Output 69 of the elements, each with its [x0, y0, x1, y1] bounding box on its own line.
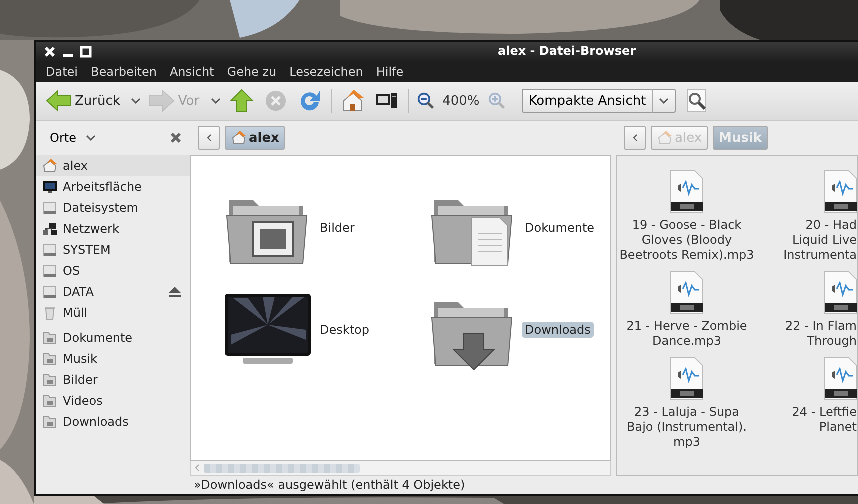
- sidebar-item[interactable]: Bilder: [36, 369, 190, 390]
- home-icon: [231, 130, 247, 146]
- file-label[interactable]: 21 - Herve - Zombie Dance.mp3: [626, 319, 748, 349]
- menu-item[interactable]: Datei: [46, 65, 78, 79]
- caret-icon: [210, 98, 221, 104]
- sidebar-item[interactable]: SYSTEM: [36, 239, 190, 260]
- maximize-icon[interactable]: [80, 46, 92, 58]
- sidebar-item[interactable]: Downloads: [36, 411, 190, 432]
- view-select[interactable]: Kompakte Ansicht: [522, 89, 676, 113]
- drive-icon: [42, 200, 58, 216]
- zoom-out-icon[interactable]: [416, 92, 435, 110]
- sidebar-item[interactable]: DATA: [36, 281, 190, 302]
- folder-label[interactable]: Dokumente: [522, 220, 598, 236]
- caret-icon: [659, 98, 670, 104]
- path-button[interactable]: alex: [225, 126, 286, 150]
- sidebar-item[interactable]: alex: [36, 155, 190, 176]
- audio-file-icon: [669, 271, 705, 315]
- folder-icon: [42, 392, 58, 408]
- file-label[interactable]: 24 - Leftfie Planet: [792, 405, 857, 435]
- places-dropdown[interactable]: Orte: [50, 131, 96, 145]
- sidebar-item[interactable]: Videos: [36, 390, 190, 411]
- network-icon: [42, 220, 58, 236]
- audio-file-icon: [669, 170, 705, 214]
- caret-icon: [86, 135, 96, 141]
- folder-icon: [42, 372, 58, 388]
- monitor-icon: [42, 178, 58, 194]
- sidebar-item[interactable]: Netzwerk: [36, 218, 190, 239]
- back-arrow-icon: [46, 89, 72, 113]
- chevron-left-icon: [632, 134, 638, 142]
- sidebar-item[interactable]: Müll: [36, 302, 190, 323]
- zoom-level: 400%: [442, 94, 480, 108]
- file-label[interactable]: 23 - Laluja - Supa Bajo (Instrumental). mp3: [627, 405, 747, 450]
- up-arrow-icon[interactable]: [228, 89, 255, 113]
- menu-item[interactable]: Bearbeiten: [91, 65, 157, 79]
- home-icon: [42, 158, 58, 174]
- folder-label[interactable]: Downloads: [522, 322, 594, 338]
- sidebar-item[interactable]: Dateisystem: [36, 197, 190, 218]
- horizontal-scrollbar[interactable]: [190, 461, 611, 476]
- drive-icon: [42, 262, 58, 278]
- folder-icon: [42, 414, 58, 430]
- file-label[interactable]: 20 - Had Liquid Live Instrumenta: [784, 218, 857, 263]
- path-back-button[interactable]: [198, 126, 220, 150]
- back-button[interactable]: Zurück: [46, 89, 142, 113]
- folder-label[interactable]: Bilder: [317, 220, 358, 236]
- forward-arrow-icon: [149, 89, 176, 113]
- home-icon: [657, 130, 673, 146]
- sidebar-item[interactable]: Dokumente: [36, 327, 190, 348]
- sidebar-item[interactable]: Arbeitsfläche: [36, 176, 190, 197]
- menu-item[interactable]: Lesezeichen: [290, 65, 364, 79]
- chevron-left-icon: [206, 134, 212, 142]
- sidebar-item[interactable]: OS: [36, 260, 190, 281]
- sidebar-item[interactable]: Musik: [36, 348, 190, 369]
- audio-file-icon: [669, 357, 705, 401]
- status-text: »Downloads« ausgewählt (enthält 4 Objekte): [193, 477, 466, 494]
- path-back-button[interactable]: [624, 126, 646, 150]
- menu-item[interactable]: Gehe zu: [227, 65, 277, 79]
- window-title: alex - Datei-Browser: [498, 44, 636, 58]
- caret-icon: [131, 98, 142, 104]
- file-label[interactable]: 22 - In Flam Through: [786, 319, 857, 349]
- eject-icon[interactable]: [168, 286, 182, 298]
- menu-item[interactable]: Hilfe: [376, 65, 404, 79]
- drive-icon: [42, 242, 58, 258]
- folder-icon: [42, 350, 58, 366]
- file-label[interactable]: 19 - Goose - Black Gloves (Bloody Beetroots Remix).mp3: [620, 218, 754, 263]
- drive-icon: [42, 284, 58, 300]
- folder-label[interactable]: Desktop: [317, 322, 372, 338]
- trash-icon: [42, 304, 58, 320]
- menu-item[interactable]: Ansicht: [170, 65, 214, 79]
- folder-icon: [42, 330, 58, 346]
